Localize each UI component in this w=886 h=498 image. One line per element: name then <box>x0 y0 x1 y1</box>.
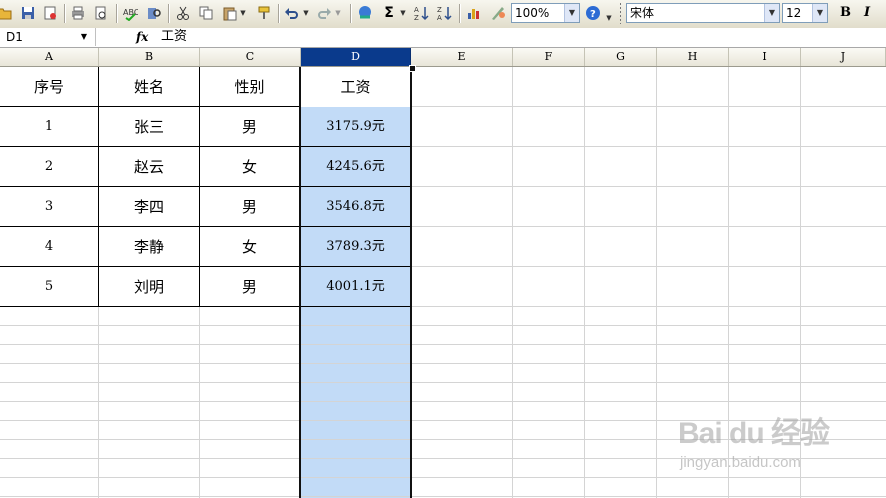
table-cell[interactable]: 赵云 <box>99 147 199 187</box>
selection-border-right <box>410 67 412 498</box>
column-header-i[interactable]: I <box>729 48 801 66</box>
redo-icon[interactable] <box>315 4 333 22</box>
table-cell[interactable]: 5 <box>0 267 98 307</box>
svg-text:A: A <box>414 6 419 14</box>
header-cell-salary[interactable]: 工资 <box>301 67 410 107</box>
table-cell[interactable]: 3789.3元 <box>301 227 410 267</box>
cut-icon[interactable] <box>174 4 192 22</box>
toolbar-options-icon[interactable]: ▼ <box>604 9 614 27</box>
research-icon[interactable] <box>145 4 163 22</box>
name-box[interactable]: D1 ▼ <box>0 28 96 46</box>
paste-dropdown-icon[interactable]: ▼ <box>238 4 248 22</box>
column-header-e[interactable]: E <box>411 48 513 66</box>
spelling-icon[interactable]: ABC <box>121 4 139 22</box>
chevron-down-icon[interactable]: ▼ <box>812 4 827 22</box>
cell-reference: D1 <box>6 30 23 44</box>
column-header-d[interactable]: D <box>301 48 411 66</box>
print-preview-icon[interactable] <box>92 4 110 22</box>
table-cell[interactable]: 李四 <box>99 187 199 227</box>
table-cell[interactable]: 男 <box>200 107 299 147</box>
svg-text:A: A <box>437 14 442 21</box>
zoom-select[interactable]: 100% ▼ <box>511 3 580 23</box>
column-header-c[interactable]: C <box>200 48 301 66</box>
standard-toolbar: ABC ▼ ▼ ▼ Σ ▼ AZ ZA 100% ▼ ? ▼ 宋体 ▼ 12 ▼ B … <box>0 0 886 29</box>
undo-icon[interactable] <box>283 4 301 22</box>
print-icon[interactable] <box>69 4 87 22</box>
help-icon[interactable]: ? <box>584 4 602 22</box>
column-header-h[interactable]: H <box>657 48 729 66</box>
table-cell[interactable]: 女 <box>200 227 299 267</box>
chart-wizard-icon[interactable] <box>465 4 483 22</box>
font-name-select[interactable]: 宋体 ▼ <box>626 3 780 23</box>
table-cell[interactable]: 4001.1元 <box>301 267 410 307</box>
worksheet-grid[interactable]: 序号 姓名 性别 工资 1 张三 男 3175.9元 2 赵云 女 4245.6… <box>0 65 886 498</box>
svg-text:?: ? <box>590 9 596 20</box>
header-cell-index[interactable]: 序号 <box>0 67 98 107</box>
bold-button[interactable]: B <box>840 5 851 20</box>
table-cell[interactable]: 刘明 <box>99 267 199 307</box>
header-cell-gender[interactable]: 性别 <box>200 67 299 107</box>
drawing-icon[interactable] <box>489 4 507 22</box>
redo-dropdown-icon[interactable]: ▼ <box>333 4 343 22</box>
table-cell[interactable]: 3 <box>0 187 98 227</box>
chevron-down-icon[interactable]: ▼ <box>764 4 779 22</box>
insert-function-icon[interactable]: fx <box>136 28 148 46</box>
table-cell[interactable]: 3175.9元 <box>301 107 410 147</box>
open-icon[interactable] <box>0 4 14 22</box>
column-header-b[interactable]: B <box>99 48 200 66</box>
fill-handle[interactable] <box>409 65 416 72</box>
svg-text:ABC: ABC <box>123 8 138 17</box>
column-header-bar: A B C D E F G H I J <box>0 48 886 67</box>
table-cell[interactable]: 4 <box>0 227 98 267</box>
table-cell[interactable]: 3546.8元 <box>301 187 410 227</box>
sort-ascending-icon[interactable]: AZ <box>413 4 431 22</box>
autosum-dropdown-icon[interactable]: ▼ <box>398 4 408 22</box>
table-cell[interactable]: 张三 <box>99 107 199 147</box>
svg-text:Z: Z <box>414 14 419 21</box>
format-painter-icon[interactable] <box>255 4 273 22</box>
column-header-j[interactable]: J <box>801 48 886 66</box>
autosum-icon[interactable]: Σ <box>380 4 398 22</box>
permission-icon[interactable] <box>41 4 59 22</box>
formula-bar: D1 ▼ fx 工资 <box>0 28 886 48</box>
undo-dropdown-icon[interactable]: ▼ <box>301 4 311 22</box>
column-header-g[interactable]: G <box>585 48 657 66</box>
formula-input[interactable]: 工资 <box>161 28 187 46</box>
paste-icon[interactable] <box>221 4 239 22</box>
table-cell[interactable]: 1 <box>0 107 98 147</box>
table-cell[interactable]: 男 <box>200 187 299 227</box>
header-cell-name[interactable]: 姓名 <box>99 67 199 107</box>
table-cell[interactable]: 男 <box>200 267 299 307</box>
column-header-f[interactable]: F <box>513 48 585 66</box>
table-cell[interactable]: 女 <box>200 147 299 187</box>
table-cell[interactable]: 4245.6元 <box>301 147 410 187</box>
hyperlink-icon[interactable] <box>356 4 374 22</box>
chevron-down-icon[interactable]: ▼ <box>81 28 87 46</box>
copy-icon[interactable] <box>197 4 215 22</box>
table-cell[interactable]: 2 <box>0 147 98 187</box>
svg-text:Z: Z <box>437 6 442 14</box>
column-header-a[interactable]: A <box>0 48 99 66</box>
italic-button[interactable]: I <box>864 5 870 20</box>
table-cell[interactable]: 李静 <box>99 227 199 267</box>
sort-descending-icon[interactable]: ZA <box>436 4 454 22</box>
font-size-select[interactable]: 12 ▼ <box>782 3 828 23</box>
save-icon[interactable] <box>19 4 37 22</box>
chevron-down-icon[interactable]: ▼ <box>564 4 579 22</box>
